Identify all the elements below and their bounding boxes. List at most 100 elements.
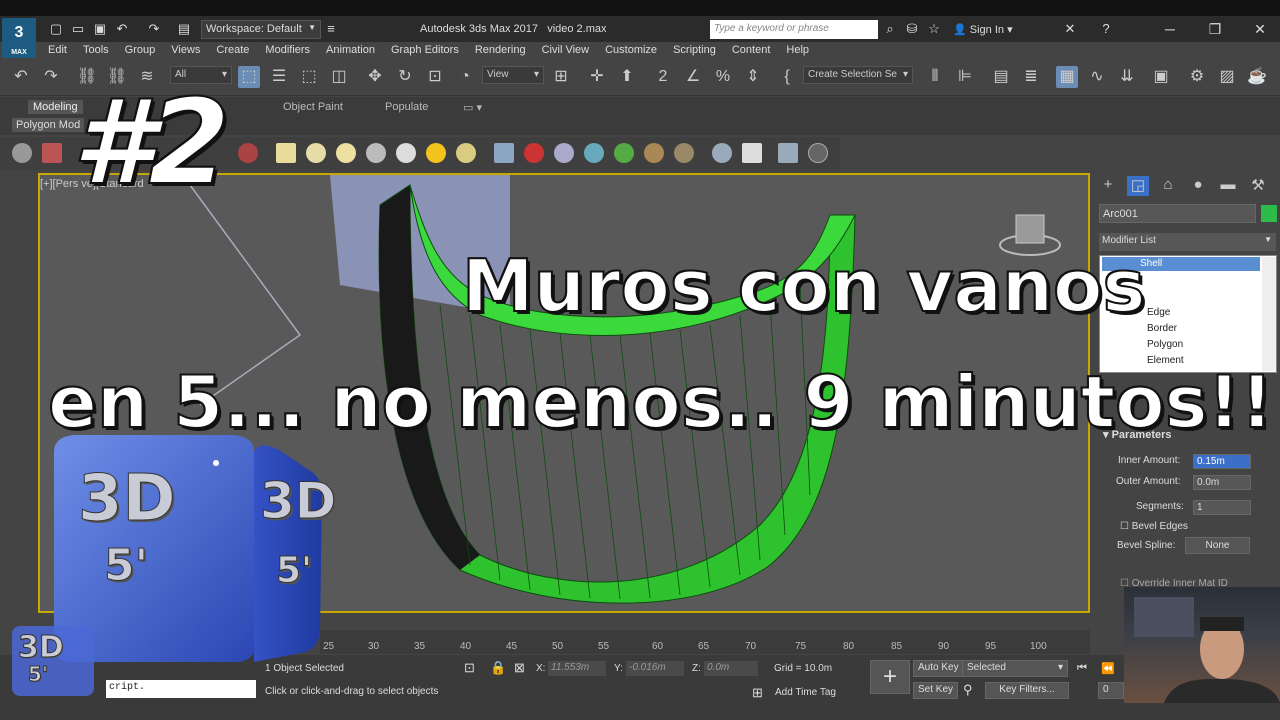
tab-object-paint[interactable]: Object Paint: [278, 100, 348, 114]
menu-civil-view[interactable]: Civil View: [534, 42, 597, 60]
light-icon[interactable]: [238, 143, 258, 163]
menu-group[interactable]: Group: [117, 42, 164, 60]
new-file-icon[interactable]: ▢: [48, 21, 64, 37]
render-icon[interactable]: [778, 143, 798, 163]
bevel-spline-button[interactable]: None: [1185, 537, 1250, 554]
current-frame-field[interactable]: 0: [1098, 682, 1124, 699]
plant-icon[interactable]: [614, 143, 634, 163]
previous-frame-icon[interactable]: ⏪: [1101, 662, 1115, 675]
utilities-tab-icon[interactable]: ⚒: [1247, 176, 1269, 196]
hair-icon[interactable]: [644, 143, 664, 163]
save-icon[interactable]: ▣: [92, 21, 108, 37]
cone-icon[interactable]: [396, 143, 416, 163]
rect-selection-icon[interactable]: ⬚: [298, 66, 320, 88]
scene-explorer-icon[interactable]: ▤: [990, 66, 1012, 88]
percent-snap-icon[interactable]: %: [712, 66, 734, 88]
geosphere-icon[interactable]: [584, 143, 604, 163]
outer-amount-spinner[interactable]: 0.0m: [1193, 475, 1251, 490]
menu-edit[interactable]: Edit: [40, 42, 75, 60]
stack-item-polygon[interactable]: Polygon: [1147, 339, 1183, 350]
stack-item-border[interactable]: Border: [1147, 323, 1177, 334]
exchange-apps-icon[interactable]: ✕: [1062, 21, 1078, 37]
set-key-plus-icon[interactable]: +: [870, 660, 910, 694]
particle-icon[interactable]: [494, 143, 514, 163]
modify-tab-icon[interactable]: ◲: [1127, 176, 1149, 196]
curve-editor-icon[interactable]: ∿: [1086, 66, 1108, 88]
tab-populate[interactable]: Populate: [380, 100, 433, 114]
rendered-frame-icon[interactable]: ▨: [1216, 66, 1238, 88]
disc-icon[interactable]: [456, 143, 476, 163]
menu-help[interactable]: Help: [778, 42, 817, 60]
menu-views[interactable]: Views: [163, 42, 208, 60]
select-by-name-icon[interactable]: ☰: [268, 66, 290, 88]
redo-icon[interactable]: ↷: [40, 66, 62, 88]
auto-key-button[interactable]: Auto Key: [913, 660, 964, 677]
mirror-icon[interactable]: ⫴: [924, 66, 946, 88]
render-production-icon[interactable]: ☕: [1246, 66, 1268, 88]
inner-amount-spinner[interactable]: 0.15m: [1193, 454, 1251, 469]
checker-icon[interactable]: [742, 143, 762, 163]
undo-icon[interactable]: ↶: [10, 66, 32, 88]
hierarchy-tab-icon[interactable]: ⌂: [1157, 176, 1179, 196]
snaps-toggle-icon[interactable]: 2: [652, 66, 674, 88]
scale-icon[interactable]: ⊡: [424, 66, 446, 88]
create-tab-icon[interactable]: +: [1097, 176, 1119, 196]
move-icon[interactable]: ✥: [364, 66, 386, 88]
add-time-tag-button[interactable]: Add Time Tag: [775, 687, 836, 698]
subscription-icon[interactable]: ⛁: [904, 21, 920, 37]
menu-animation[interactable]: Animation: [318, 42, 383, 60]
minimize-button[interactable]: ─: [1150, 17, 1190, 41]
stack-item-edge[interactable]: Edge: [1147, 307, 1170, 318]
material-ball-icon[interactable]: [712, 143, 732, 163]
select-object-icon[interactable]: ⬚: [238, 66, 260, 88]
hemisphere-icon[interactable]: [306, 143, 326, 163]
redo-icon[interactable]: ↷: [146, 21, 162, 37]
project-icon[interactable]: ▤: [176, 21, 192, 37]
menu-overflow-icon[interactable]: ≡: [323, 21, 339, 37]
maximize-button[interactable]: ❐: [1195, 17, 1235, 41]
undo-icon[interactable]: ↶: [114, 21, 130, 37]
key-filters-button[interactable]: Key Filters...: [985, 682, 1069, 699]
object-name-field[interactable]: Arc001: [1099, 204, 1256, 223]
render-setup-icon[interactable]: ⚙: [1186, 66, 1208, 88]
favorites-icon[interactable]: ☆: [926, 21, 942, 37]
time-tag-icon[interactable]: ⊞: [752, 685, 763, 701]
menu-customize[interactable]: Customize: [597, 42, 665, 60]
close-button[interactable]: ✕: [1240, 17, 1280, 41]
key-mode-dropdown[interactable]: Selected ▾: [962, 660, 1068, 677]
placement-icon[interactable]: ◔: [454, 66, 476, 88]
go-to-start-icon[interactable]: ⏮: [1077, 662, 1087, 675]
cloth-icon[interactable]: [674, 143, 694, 163]
box-icon[interactable]: [276, 143, 296, 163]
z-coordinate-field[interactable]: 0.0m: [704, 661, 758, 676]
menu-tools[interactable]: Tools: [75, 42, 117, 60]
y-coordinate-field[interactable]: -0.016m: [626, 661, 684, 676]
angle-snap-icon[interactable]: ∠: [682, 66, 704, 88]
key-filter-icon[interactable]: ⚲: [963, 682, 973, 698]
teapot-icon[interactable]: [12, 143, 32, 163]
spinner-snap-icon[interactable]: ⇕: [742, 66, 764, 88]
sign-in-button[interactable]: 👤 Sign In ▾: [953, 23, 1013, 36]
align-icon[interactable]: ⊫: [954, 66, 976, 88]
select-manipulate-icon[interactable]: ✛: [586, 66, 608, 88]
motion-tab-icon[interactable]: ●: [1187, 176, 1209, 196]
help-icon[interactable]: ?: [1098, 21, 1114, 37]
window-crossing-icon[interactable]: ◫: [328, 66, 350, 88]
app-logo[interactable]: 3 MAX: [2, 18, 36, 58]
menu-graph-editors[interactable]: Graph Editors: [383, 42, 467, 60]
open-file-icon[interactable]: ▭: [70, 21, 86, 37]
stack-scrollbar[interactable]: [1262, 257, 1276, 371]
rotate-icon[interactable]: ↻: [394, 66, 416, 88]
keyboard-shortcut-icon[interactable]: ⬆: [616, 66, 638, 88]
isolate-icon[interactable]: ⊡: [464, 660, 475, 676]
display-tab-icon[interactable]: ▬: [1217, 176, 1239, 196]
selection-set-dropdown[interactable]: Create Selection Se ▾: [803, 66, 913, 84]
menu-scripting[interactable]: Scripting: [665, 42, 724, 60]
absolute-mode-icon[interactable]: ⊠: [514, 660, 525, 676]
image-icon[interactable]: [42, 143, 62, 163]
helper-icon[interactable]: [524, 143, 544, 163]
sphere-icon[interactable]: [336, 143, 356, 163]
binoculars-icon[interactable]: ⌕: [882, 21, 898, 37]
edit-named-selection-icon[interactable]: {: [776, 66, 798, 88]
schematic-view-icon[interactable]: ⇊: [1116, 66, 1138, 88]
